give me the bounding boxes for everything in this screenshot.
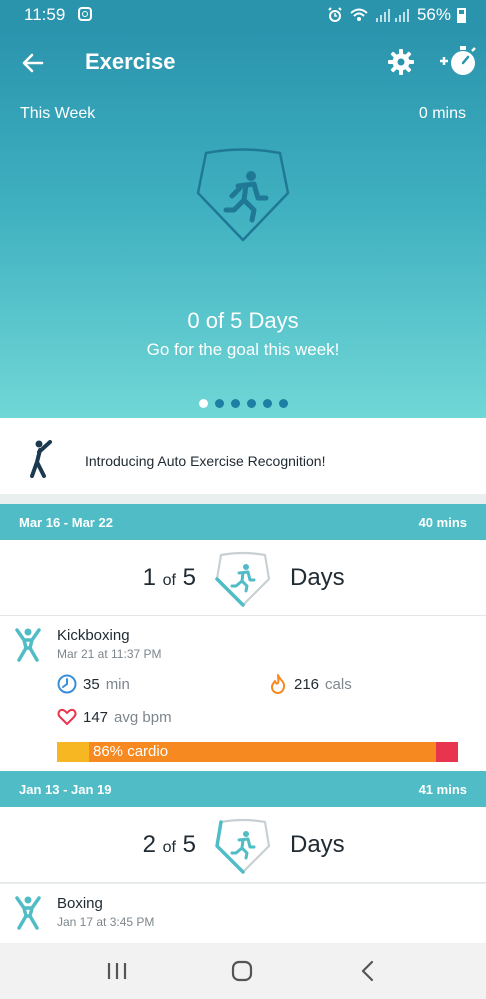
- status-icons: 56%: [327, 5, 466, 25]
- goal-count: 1 of 5: [143, 564, 196, 592]
- this-week-label: This Week: [20, 105, 96, 122]
- weekly-goal-progress: 0 of 5 Days: [187, 308, 299, 333]
- calories-unit: cals: [325, 675, 352, 693]
- bpm-value: 147: [83, 708, 109, 726]
- week-minutes: 41 mins: [418, 782, 467, 797]
- heart-rate-zones-bar: 86% cardio: [57, 742, 458, 762]
- days-done: 2: [142, 831, 156, 858]
- week-goal-row: 1 of 5 Days: [0, 540, 486, 616]
- banner-text: Introducing Auto Exercise Recognition!: [85, 453, 326, 469]
- battery-icon: [457, 7, 466, 23]
- heart-rate-stat: 147 avg bpm: [57, 707, 172, 727]
- battery-percent: 56%: [416, 5, 451, 24]
- back-icon[interactable]: [356, 959, 382, 983]
- of-label: of: [162, 572, 176, 589]
- carousel-dot[interactable]: [230, 399, 240, 408]
- carousel-dot[interactable]: [262, 399, 272, 408]
- days-done: 1: [142, 564, 156, 591]
- this-week-minutes: 0 mins: [418, 105, 466, 122]
- activity-date: Mar 21 at 11:37 PM: [57, 647, 162, 661]
- week-range: Jan 13 - Jan 19: [19, 782, 112, 797]
- weekly-summary-hero: Exercise This Week 0 mins 0 of 5 Days Go…: [0, 30, 486, 418]
- back-arrow-icon[interactable]: [20, 50, 46, 76]
- status-bar: 11:59 56%: [0, 0, 486, 30]
- calories-stat: 216 cals: [268, 674, 352, 694]
- calories-value: 216: [294, 675, 320, 693]
- activity-name: Boxing: [57, 895, 103, 912]
- flame-icon: [271, 674, 286, 694]
- instagram-icon: [78, 7, 92, 21]
- carousel-dots: [0, 399, 486, 408]
- peak-zone: [436, 742, 458, 762]
- week-goal-row: 2 of 5 Days: [0, 807, 486, 883]
- fat-burn-zone: [57, 742, 89, 762]
- weekly-goal-message: Go for the goal this week!: [146, 340, 340, 359]
- recent-apps-icon[interactable]: [104, 959, 130, 983]
- carousel-dot[interactable]: [278, 399, 288, 408]
- activity-name: Kickboxing: [57, 627, 130, 644]
- carousel-dot[interactable]: [246, 399, 256, 408]
- exercise-person-icon: [15, 628, 41, 662]
- goal-progress-shield-icon: [215, 551, 271, 607]
- week-minutes: 40 mins: [418, 515, 467, 530]
- carousel-dot[interactable]: [198, 399, 208, 408]
- activity-date: Jan 17 at 3:45 PM: [57, 915, 155, 929]
- duration-stat: 35 min: [57, 674, 130, 694]
- week-header: Jan 13 - Jan 19 41 mins: [0, 771, 486, 807]
- week-header: Mar 16 - Mar 22 40 mins: [0, 504, 486, 540]
- wifi-icon: [350, 8, 368, 21]
- add-exercise-timer-icon[interactable]: [438, 44, 478, 78]
- days-label: Days: [290, 564, 345, 591]
- days-label: Days: [290, 831, 345, 858]
- duration-unit: min: [105, 675, 130, 693]
- heart-icon: [57, 708, 77, 725]
- days-goal: 5: [182, 831, 196, 858]
- activity-card[interactable]: Boxing Jan 17 at 3:45 PM: [0, 884, 486, 943]
- stretching-person-icon: [30, 440, 52, 478]
- signal-icon: [375, 9, 409, 22]
- exercise-person-icon: [15, 896, 41, 930]
- bpm-unit: avg bpm: [114, 708, 172, 726]
- goal-count: 2 of 5: [143, 831, 196, 859]
- status-time: 11:59: [24, 5, 66, 24]
- system-navigation-bar: [0, 943, 486, 999]
- of-label: of: [162, 839, 176, 856]
- auto-exercise-recognition-banner[interactable]: Introducing Auto Exercise Recognition!: [0, 418, 486, 494]
- duration-value: 35: [83, 675, 100, 693]
- carousel-dot[interactable]: [214, 399, 224, 408]
- goal-progress-shield-icon: [215, 818, 271, 874]
- home-icon[interactable]: [229, 959, 255, 983]
- exercise-shield-badge-icon: [196, 148, 290, 242]
- activity-card[interactable]: Kickboxing Mar 21 at 11:37 PM 35 min 216…: [0, 616, 486, 771]
- gear-icon[interactable]: [387, 48, 415, 76]
- cardio-zone: 86% cardio: [89, 742, 436, 762]
- week-range: Mar 16 - Mar 22: [19, 515, 113, 530]
- clock-icon: [57, 674, 77, 694]
- alarm-icon: [328, 7, 342, 22]
- page-title: Exercise: [85, 49, 176, 74]
- days-goal: 5: [182, 564, 196, 591]
